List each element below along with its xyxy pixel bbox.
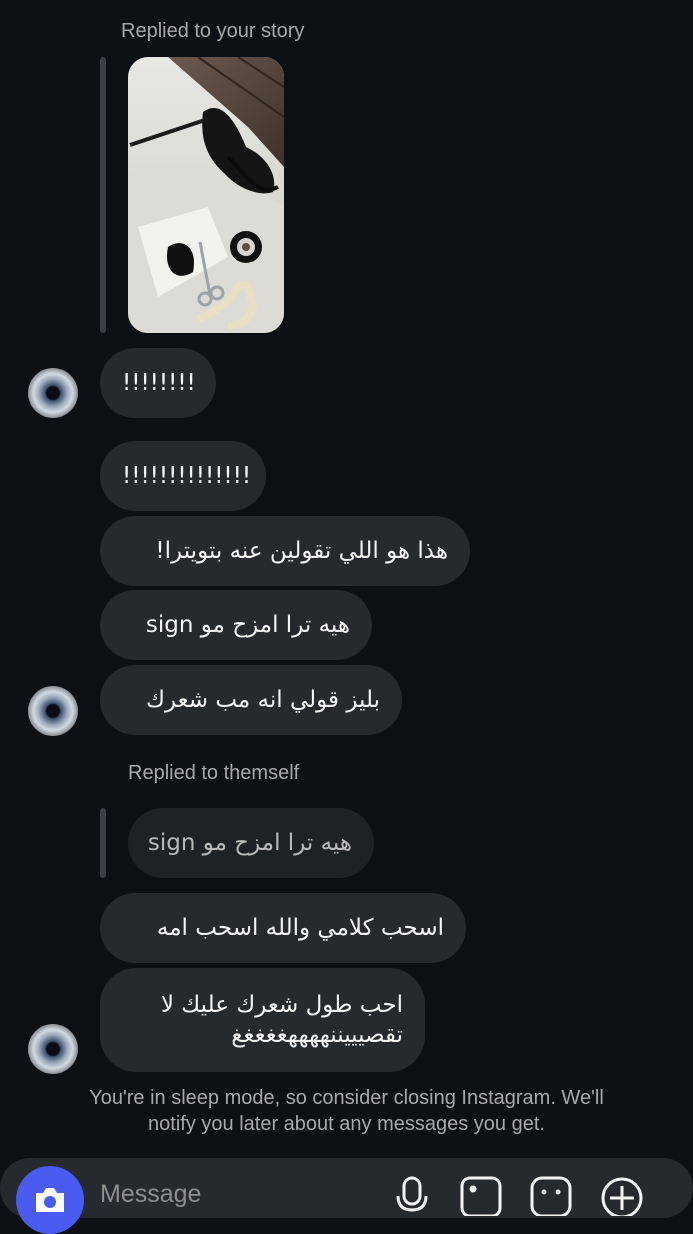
message-text: !!!!!!!!!!!!!! [122,463,252,489]
message-text-line-1: احب طول شعرك عليك لا [160,992,403,1018]
message-text: !!!!!!!! [122,370,196,396]
message-text: بليز قولي انه مب شعرك [146,687,380,713]
message-input[interactable]: Message [100,1180,201,1209]
story-thumbnail[interactable] [128,57,284,333]
message-text: هذا هو اللي تقولين عنه بتويترا! [155,538,448,564]
story-reply-bar [100,57,106,333]
message-bubble: !!!!!!!!!!!!!! [100,441,266,511]
sticker-icon[interactable] [530,1176,572,1216]
sender-avatar[interactable] [28,368,78,418]
sender-avatar[interactable] [28,1024,78,1074]
self-reply-label: Replied to themself [128,762,300,784]
message-bubble: هيه ترا امزح مو sign [100,590,372,660]
message-bubble: هذا هو اللي تقولين عنه بتويترا! [100,516,470,586]
story-thumbnail-image [128,57,284,333]
camera-icon [36,1188,64,1212]
sender-avatar[interactable] [28,686,78,736]
message-bubble: اسحب كلامي والله اسحب امه [100,893,466,963]
quoted-message-text: هيه ترا امزح مو sign [147,830,352,856]
image-icon[interactable] [460,1176,502,1216]
plus-icon[interactable] [600,1176,644,1216]
sleep-mode-notice: You're in sleep mode, so consider closin… [0,1085,693,1137]
message-bubble: !!!!!!!! [100,348,216,418]
message-bubble: احب طول شعرك عليك لا تقصيييننههههغغغغغ [100,968,425,1072]
message-text-line-2: تقصيييننههههغغغغغ [231,1022,403,1048]
quoted-message-bubble[interactable]: هيه ترا امزح مو sign [128,808,374,878]
message-text: هيه ترا امزح مو sign [145,612,350,638]
sleep-mode-line-1: You're in sleep mode, so consider closin… [89,1087,604,1109]
camera-button[interactable] [16,1166,84,1234]
microphone-icon[interactable] [395,1176,429,1216]
self-reply-bar [100,808,106,878]
message-bubble: بليز قولي انه مب شعرك [100,665,402,735]
story-reply-label: Replied to your story [121,20,305,42]
sleep-mode-line-2: notify you later about any messages you … [148,1113,545,1135]
message-text: اسحب كلامي والله اسحب امه [156,915,444,941]
